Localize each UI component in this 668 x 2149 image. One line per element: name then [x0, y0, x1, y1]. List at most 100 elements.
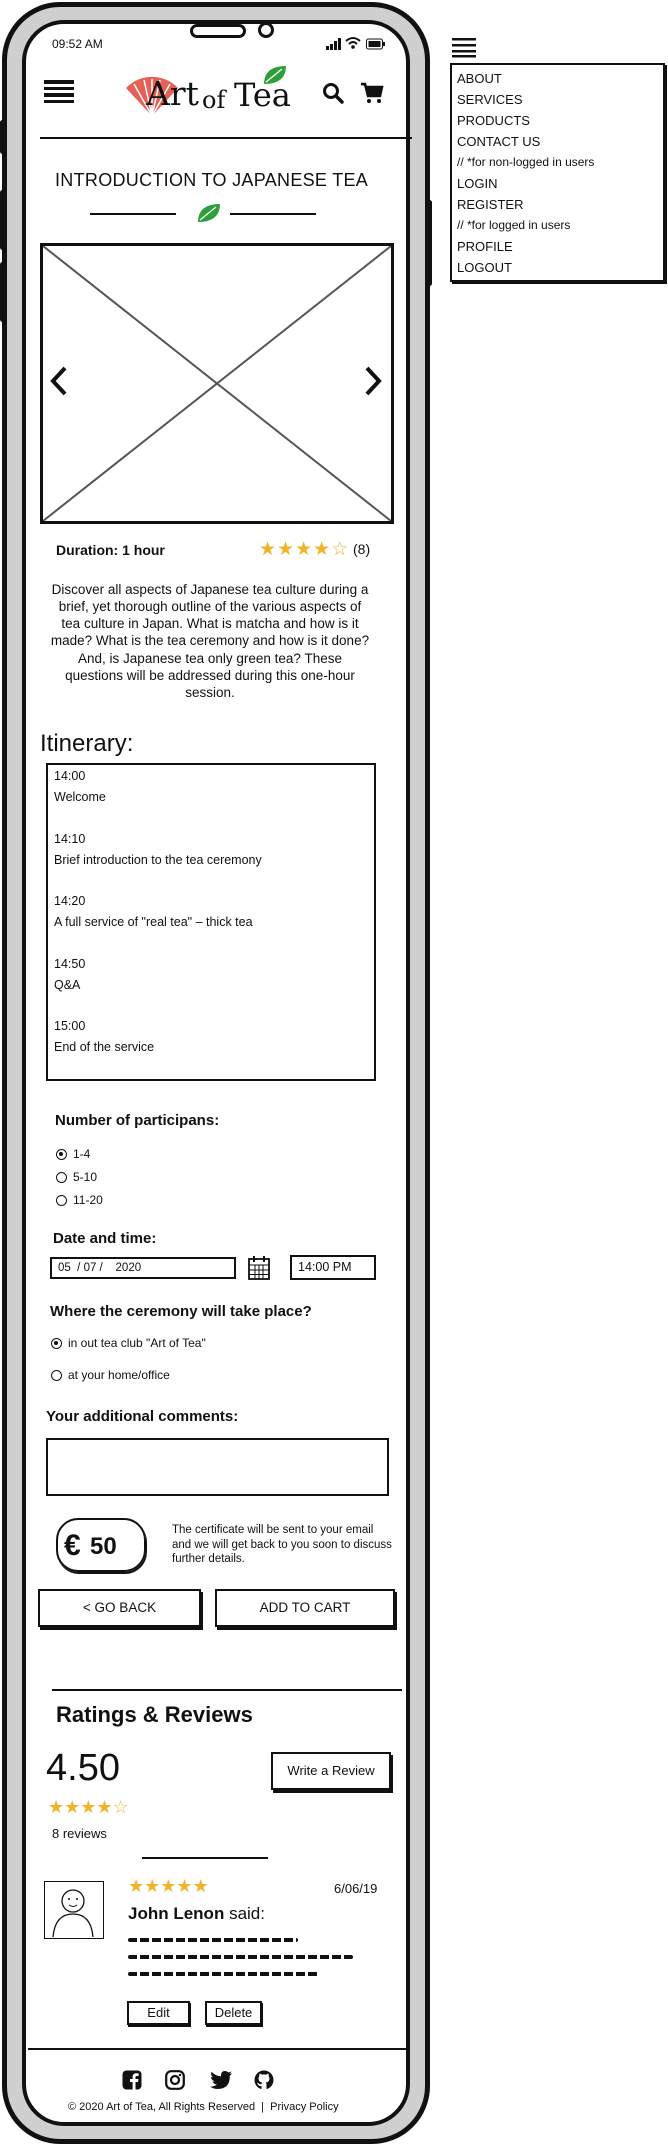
participants-option-label: 1-4: [73, 1147, 91, 1161]
itinerary-heading: Itinerary:: [40, 730, 134, 757]
review-said: said:: [229, 1904, 265, 1923]
rating-stars: ★★★★☆: [259, 538, 349, 561]
edit-review-button[interactable]: Edit: [127, 2001, 190, 2025]
footer-divider: [28, 2048, 406, 2050]
datetime-label: Date and time:: [53, 1230, 157, 1247]
signal-icon: [326, 37, 342, 55]
phone-side-button: [0, 120, 5, 154]
location-option-label: in out tea club "Art of Tea": [68, 1336, 206, 1350]
github-icon[interactable]: [254, 2070, 274, 2095]
battery-icon: [366, 37, 386, 55]
menu-annotation-hamburger-icon[interactable]: [452, 38, 476, 63]
participants-option[interactable]: 5-10: [56, 1170, 97, 1184]
itinerary-time: 14:00: [54, 769, 86, 783]
menu-item-logout[interactable]: LOGOUT: [457, 257, 658, 278]
delete-review-button[interactable]: Delete: [205, 2001, 262, 2025]
facebook-icon[interactable]: [122, 2070, 142, 2095]
date-field[interactable]: 05 / 07 / 2020: [50, 1257, 236, 1279]
star-icon: ★: [48, 1797, 65, 1817]
hamburger-menu-icon[interactable]: [44, 80, 74, 109]
location-option-label: at your home/office: [68, 1368, 170, 1382]
currency-symbol: €: [64, 1529, 81, 1562]
star-icon: ★: [176, 1876, 193, 1896]
star-icon: ★: [192, 1876, 209, 1896]
logo[interactable]: Art of Tea: [122, 64, 291, 120]
status-time: 09:52 AM: [52, 37, 103, 51]
star-icon: ★: [277, 539, 296, 560]
title-divider-right: [230, 213, 316, 215]
menu-item-services[interactable]: SERVICES: [457, 89, 658, 110]
review-date: 6/06/19: [334, 1881, 378, 1896]
menu-item-profile[interactable]: PROFILE: [457, 236, 658, 257]
reviews-average: 4.50: [46, 1747, 120, 1789]
write-review-button[interactable]: Write a Review: [271, 1752, 391, 1790]
participants-option-label: 11-20: [73, 1193, 103, 1207]
comments-label: Your additional comments:: [46, 1408, 239, 1425]
star-outline-icon: ☆: [112, 1797, 129, 1817]
go-back-button[interactable]: < GO BACK: [38, 1589, 201, 1627]
menu-item-contact-us[interactable]: CONTACT US: [457, 131, 658, 152]
location-option[interactable]: in out tea club "Art of Tea": [51, 1336, 206, 1350]
star-icon: ★: [96, 1797, 113, 1817]
navigation-menu: ABOUT SERVICES PRODUCTS CONTACT US // *f…: [450, 63, 665, 282]
add-to-cart-button[interactable]: ADD TO CART: [215, 1589, 395, 1627]
image-carousel: [40, 243, 394, 524]
menu-item-register[interactable]: REGISTER: [457, 194, 658, 215]
menu-note-non-logged: // *for non-logged in users: [457, 155, 595, 169]
menu-item-about[interactable]: ABOUT: [457, 68, 658, 89]
review-text-redacted: [128, 1938, 298, 1942]
footer-copyright: © 2020 Art of Tea, All Rights Reserved |…: [68, 2101, 339, 2113]
review-author: John Lenon: [128, 1904, 225, 1923]
leaf-icon: [264, 66, 286, 84]
participants-option[interactable]: 11-20: [56, 1193, 103, 1207]
reviews-divider: [52, 1689, 402, 1691]
speaker-notch: [190, 24, 246, 38]
page-title: INTRODUCTION TO JAPANESE TEA: [55, 170, 369, 190]
radio-selected[interactable]: [51, 1338, 62, 1350]
radio[interactable]: [56, 1195, 67, 1207]
leaf-icon: [196, 202, 222, 229]
review-stars: ★★★★★: [128, 1876, 209, 1897]
itinerary-time: 14:10: [54, 831, 86, 846]
reviews-average-stars: ★★★★☆: [48, 1797, 129, 1818]
image-placeholder: [43, 246, 391, 521]
carousel-prev-icon[interactable]: [49, 366, 69, 401]
camera-icon: [258, 22, 274, 38]
carousel-next-icon[interactable]: [363, 366, 383, 401]
review-text-redacted: [128, 1955, 353, 1959]
comments-textarea[interactable]: [46, 1438, 389, 1496]
menu-item-products[interactable]: PRODUCTS: [457, 110, 658, 131]
star-icon: ★: [128, 1876, 145, 1896]
cart-icon[interactable]: [360, 82, 384, 109]
participants-option[interactable]: 1-4: [56, 1147, 90, 1161]
reviews-count: 8 reviews: [52, 1826, 107, 1841]
radio[interactable]: [51, 1370, 62, 1382]
avatar: [44, 1881, 104, 1939]
radio-selected[interactable]: [56, 1149, 67, 1161]
description: Discover all aspects of Japanese tea cul…: [50, 582, 370, 700]
instagram-icon[interactable]: [165, 2070, 185, 2095]
calendar-icon[interactable]: [248, 1256, 270, 1285]
menu-item-login[interactable]: LOGIN: [457, 173, 658, 194]
participants-option-label: 5-10: [73, 1170, 98, 1184]
itinerary-label: A full service of "real tea" – thick tea: [54, 915, 253, 930]
price-badge: € 50: [56, 1518, 146, 1572]
logo-text-art: Art: [146, 74, 199, 113]
twitter-icon[interactable]: [210, 2071, 232, 2094]
time-field[interactable]: 14:00 PM: [290, 1255, 376, 1280]
participants-label: Number of participans:: [55, 1112, 220, 1129]
itinerary-time: 14:20: [54, 894, 86, 908]
star-icon: ★: [313, 539, 332, 560]
location-label: Where the ceremony will take place?: [50, 1303, 312, 1320]
radio[interactable]: [56, 1172, 67, 1184]
itinerary-label: End of the service: [54, 1040, 155, 1055]
duration: Duration: 1 hour: [56, 542, 165, 558]
phone-side-button: [0, 262, 5, 322]
location-option[interactable]: at your home/office: [51, 1368, 170, 1382]
search-icon[interactable]: [322, 82, 344, 109]
itinerary-label: Welcome: [54, 790, 106, 805]
itinerary-time: 15:00: [54, 1019, 86, 1033]
star-icon: ★: [295, 539, 314, 560]
itinerary-label: Brief introduction to the tea ceremony: [54, 852, 262, 867]
phone-side-button: [0, 190, 5, 250]
